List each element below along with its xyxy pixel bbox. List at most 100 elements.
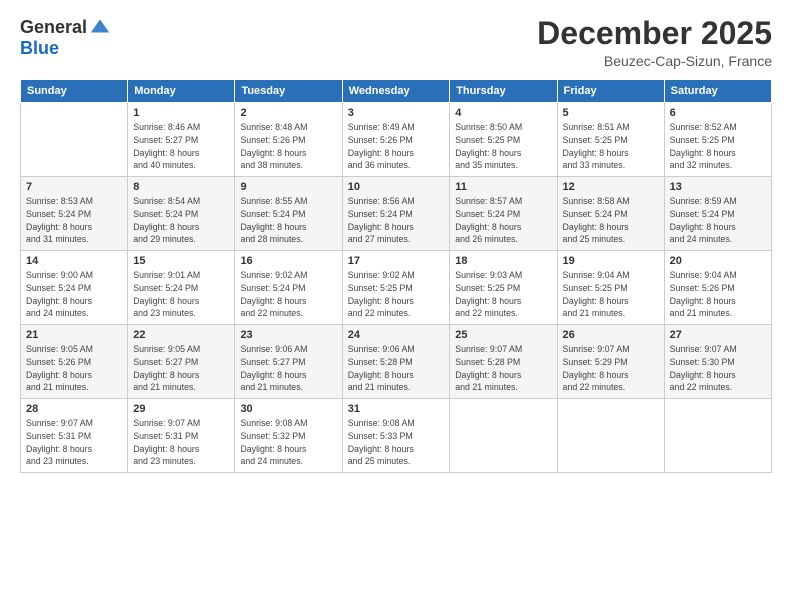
column-header-monday: Monday [128, 80, 235, 103]
day-detail: Sunrise: 8:54 AMSunset: 5:24 PMDaylight:… [133, 195, 229, 246]
day-cell: 13Sunrise: 8:59 AMSunset: 5:24 PMDayligh… [664, 177, 771, 251]
day-number: 16 [240, 255, 336, 267]
day-cell: 28Sunrise: 9:07 AMSunset: 5:31 PMDayligh… [21, 399, 128, 473]
day-detail: Sunrise: 9:04 AMSunset: 5:25 PMDaylight:… [563, 269, 659, 320]
day-number: 8 [133, 181, 229, 193]
day-detail: Sunrise: 8:49 AMSunset: 5:26 PMDaylight:… [348, 121, 445, 172]
week-row-4: 21 Sunrise: 9:05 AMSunset: 5:26 PMDayligh… [21, 325, 772, 399]
day-detail: Sunrise: 9:07 AMSunset: 5:29 PMDaylight:… [563, 343, 659, 394]
day-number: 24 [348, 329, 445, 341]
day-number: 20 [670, 255, 766, 267]
day-cell: 18Sunrise: 9:03 AMSunset: 5:25 PMDayligh… [450, 251, 557, 325]
day-detail: Sunrise: 8:51 AMSunset: 5:25 PMDaylight:… [563, 121, 659, 172]
day-cell: 12Sunrise: 8:58 AMSunset: 5:24 PMDayligh… [557, 177, 664, 251]
day-number: 4 [455, 107, 551, 119]
day-number: 21 [26, 329, 122, 341]
column-header-saturday: Saturday [664, 80, 771, 103]
day-number: 10 [348, 181, 445, 193]
day-detail: Sunrise: 8:56 AMSunset: 5:24 PMDaylight:… [348, 195, 445, 246]
day-cell: 22Sunrise: 9:05 AMSunset: 5:27 PMDayligh… [128, 325, 235, 399]
day-number: 23 [240, 329, 336, 341]
day-number: 30 [240, 403, 336, 415]
day-number: 1 [133, 107, 229, 119]
column-header-friday: Friday [557, 80, 664, 103]
day-detail: Sunrise: 8:53 AMSunset: 5:24 PMDaylight:… [26, 195, 122, 246]
day-number: 5 [563, 107, 659, 119]
column-header-thursday: Thursday [450, 80, 557, 103]
day-number: 3 [348, 107, 445, 119]
day-cell: 19Sunrise: 9:04 AMSunset: 5:25 PMDayligh… [557, 251, 664, 325]
day-cell: 26 Sunrise: 9:07 AMSunset: 5:29 PMDayligh… [557, 325, 664, 399]
day-cell: 2 Sunrise: 8:48 AMSunset: 5:26 PMDaylight… [235, 103, 342, 177]
day-cell [557, 399, 664, 473]
logo: General Blue [20, 16, 111, 59]
day-number: 27 [670, 329, 766, 341]
page: General Blue December 2025 Beuzec-Cap-Si… [0, 0, 792, 612]
location: Beuzec-Cap-Sizun, France [537, 53, 772, 69]
day-cell: 27 Sunrise: 9:07 AMSunset: 5:30 PMDayligh… [664, 325, 771, 399]
day-cell: 4 Sunrise: 8:50 AMSunset: 5:25 PMDaylight… [450, 103, 557, 177]
day-detail: Sunrise: 9:08 AMSunset: 5:32 PMDaylight:… [240, 417, 336, 468]
header: General Blue December 2025 Beuzec-Cap-Si… [20, 16, 772, 69]
day-detail: Sunrise: 9:06 AMSunset: 5:27 PMDaylight:… [240, 343, 336, 394]
day-detail: Sunrise: 9:02 AMSunset: 5:24 PMDaylight:… [240, 269, 336, 320]
day-number: 26 [563, 329, 659, 341]
day-detail: Sunrise: 9:01 AMSunset: 5:24 PMDaylight:… [133, 269, 229, 320]
day-number: 2 [240, 107, 336, 119]
day-detail: Sunrise: 9:07 AMSunset: 5:31 PMDaylight:… [26, 417, 122, 468]
day-cell: 3 Sunrise: 8:49 AMSunset: 5:26 PMDaylight… [342, 103, 450, 177]
logo-icon [89, 16, 111, 38]
column-header-wednesday: Wednesday [342, 80, 450, 103]
day-cell: 29 Sunrise: 9:07 AMSunset: 5:31 PMDayligh… [128, 399, 235, 473]
day-detail: Sunrise: 8:46 AMSunset: 5:27 PMDaylight:… [133, 121, 229, 172]
day-detail: Sunrise: 9:02 AMSunset: 5:25 PMDaylight:… [348, 269, 445, 320]
title-block: December 2025 Beuzec-Cap-Sizun, France [537, 16, 772, 69]
day-detail: Sunrise: 8:57 AMSunset: 5:24 PMDaylight:… [455, 195, 551, 246]
day-cell [450, 399, 557, 473]
day-number: 11 [455, 181, 551, 193]
day-detail: Sunrise: 9:05 AMSunset: 5:26 PMDaylight:… [26, 343, 122, 394]
day-detail: Sunrise: 9:04 AMSunset: 5:26 PMDaylight:… [670, 269, 766, 320]
day-cell: 30 Sunrise: 9:08 AMSunset: 5:32 PMDayligh… [235, 399, 342, 473]
day-cell: 11 Sunrise: 8:57 AMSunset: 5:24 PMDayligh… [450, 177, 557, 251]
day-number: 15 [133, 255, 229, 267]
week-row-1: 1 Sunrise: 8:46 AMSunset: 5:27 PMDaylight… [21, 103, 772, 177]
day-detail: Sunrise: 8:50 AMSunset: 5:25 PMDaylight:… [455, 121, 551, 172]
day-cell: 14Sunrise: 9:00 AMSunset: 5:24 PMDayligh… [21, 251, 128, 325]
day-cell: 21 Sunrise: 9:05 AMSunset: 5:26 PMDayligh… [21, 325, 128, 399]
day-detail: Sunrise: 9:08 AMSunset: 5:33 PMDaylight:… [348, 417, 445, 468]
day-cell: 6 Sunrise: 8:52 AMSunset: 5:25 PMDaylight… [664, 103, 771, 177]
day-detail: Sunrise: 9:07 AMSunset: 5:28 PMDaylight:… [455, 343, 551, 394]
day-cell: 1 Sunrise: 8:46 AMSunset: 5:27 PMDaylight… [128, 103, 235, 177]
day-cell [21, 103, 128, 177]
day-cell: 17 Sunrise: 9:02 AMSunset: 5:25 PMDayligh… [342, 251, 450, 325]
day-cell: 10 Sunrise: 8:56 AMSunset: 5:24 PMDayligh… [342, 177, 450, 251]
day-number: 6 [670, 107, 766, 119]
day-cell: 31Sunrise: 9:08 AMSunset: 5:33 PMDayligh… [342, 399, 450, 473]
week-row-2: 7Sunrise: 8:53 AMSunset: 5:24 PMDaylight… [21, 177, 772, 251]
day-detail: Sunrise: 9:05 AMSunset: 5:27 PMDaylight:… [133, 343, 229, 394]
day-detail: Sunrise: 9:07 AMSunset: 5:31 PMDaylight:… [133, 417, 229, 468]
day-detail: Sunrise: 9:07 AMSunset: 5:30 PMDaylight:… [670, 343, 766, 394]
day-detail: Sunrise: 9:06 AMSunset: 5:28 PMDaylight:… [348, 343, 445, 394]
day-cell: 15 Sunrise: 9:01 AMSunset: 5:24 PMDayligh… [128, 251, 235, 325]
column-header-sunday: Sunday [21, 80, 128, 103]
day-detail: Sunrise: 8:48 AMSunset: 5:26 PMDaylight:… [240, 121, 336, 172]
day-cell: 20 Sunrise: 9:04 AMSunset: 5:26 PMDayligh… [664, 251, 771, 325]
day-cell: 16 Sunrise: 9:02 AMSunset: 5:24 PMDayligh… [235, 251, 342, 325]
day-number: 17 [348, 255, 445, 267]
calendar-header-row: SundayMondayTuesdayWednesdayThursdayFrid… [21, 80, 772, 103]
logo-blue-text: Blue [20, 38, 59, 58]
day-cell: 7Sunrise: 8:53 AMSunset: 5:24 PMDaylight… [21, 177, 128, 251]
day-number: 25 [455, 329, 551, 341]
day-cell: 5 Sunrise: 8:51 AMSunset: 5:25 PMDaylight… [557, 103, 664, 177]
logo-general-text: General [20, 17, 87, 38]
day-number: 9 [240, 181, 336, 193]
column-header-tuesday: Tuesday [235, 80, 342, 103]
day-number: 29 [133, 403, 229, 415]
day-cell [664, 399, 771, 473]
month-title: December 2025 [537, 16, 772, 51]
day-detail: Sunrise: 8:52 AMSunset: 5:25 PMDaylight:… [670, 121, 766, 172]
day-number: 18 [455, 255, 551, 267]
calendar: SundayMondayTuesdayWednesdayThursdayFrid… [20, 79, 772, 473]
